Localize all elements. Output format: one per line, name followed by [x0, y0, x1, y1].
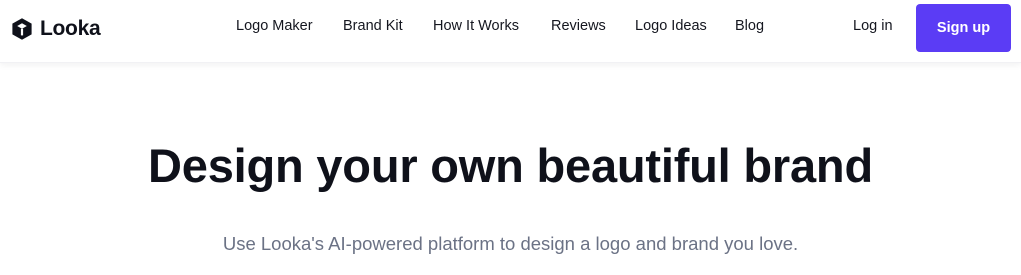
sign-up-button[interactable]: Sign up — [916, 4, 1011, 52]
nav-link-reviews[interactable]: Reviews — [551, 18, 606, 34]
login-link[interactable]: Log in — [853, 18, 893, 34]
page: Looka Logo Maker Brand Kit How It Works … — [0, 0, 1021, 275]
main-nav: Logo Maker Brand Kit How It Works Review… — [0, 0, 1021, 56]
nav-link-brand-kit[interactable]: Brand Kit — [343, 18, 403, 34]
hero-subtitle: Use Looka's AI-powered platform to desig… — [222, 233, 799, 254]
nav-link-logo-ideas[interactable]: Logo Ideas — [635, 18, 707, 34]
nav-link-how-it-works[interactable]: How It Works — [433, 18, 519, 34]
top-navigation-bar: Looka Logo Maker Brand Kit How It Works … — [0, 0, 1021, 63]
nav-link-blog[interactable]: Blog — [735, 18, 764, 34]
nav-link-logo-maker[interactable]: Logo Maker — [236, 18, 313, 34]
hero-title: Design your own beautiful brand — [148, 139, 873, 192]
